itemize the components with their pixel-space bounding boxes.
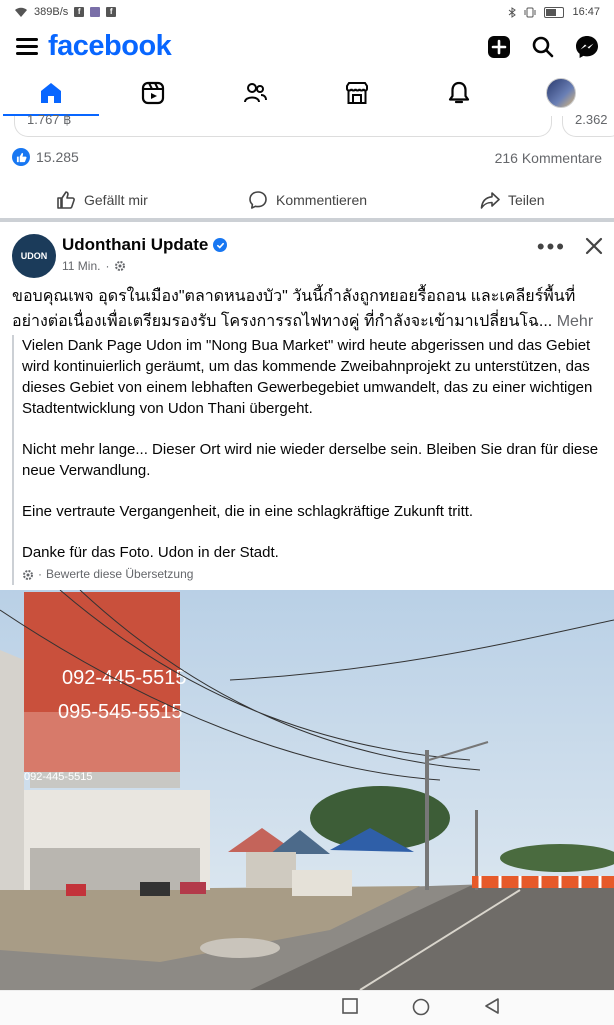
app-header: facebook — [0, 26, 614, 70]
like-label: Gefällt mir — [84, 192, 148, 208]
rate-separator: · — [38, 567, 42, 581]
post-photo[interactable]: 092-445-5515 095-545-5515 092-445-5515 — [0, 590, 614, 990]
search-button[interactable] — [528, 32, 558, 62]
original-text: ขอบคุณเพจ อุดรในเมือง"ตลาดหนองบัว" วันนี… — [12, 288, 576, 330]
tab-home[interactable] — [1, 70, 101, 117]
gear-icon — [23, 569, 33, 580]
comment-icon — [249, 191, 267, 209]
post-actions: Gefällt mir Kommentieren Teilen — [0, 182, 614, 218]
post-header: UDON Udonthani Update 11 Min. · ••• — [0, 222, 614, 284]
translation-paragraph: Nicht mehr lange... Dieser Ort wird nie … — [22, 441, 599, 479]
marketplace-icon — [346, 82, 368, 104]
like-reaction-icon — [12, 148, 30, 166]
rate-translation-link[interactable]: · Bewerte diese Übersetzung — [22, 564, 612, 585]
rate-translation-label: Bewerte diese Übersetzung — [46, 567, 194, 581]
translation-paragraph: Eine vertraute Vergangenheit, die in ein… — [22, 503, 474, 520]
tab-marketplace[interactable] — [307, 70, 407, 116]
like-button[interactable]: Gefällt mir — [56, 182, 148, 218]
privacy-gear-icon — [115, 261, 126, 271]
comments-count[interactable]: 216 Kommentare — [495, 150, 602, 166]
like-count: 15.285 — [36, 149, 79, 165]
street-scene-image: 092-445-5515 095-545-5515 092-445-5515 — [0, 590, 614, 990]
facebook-notification-icon: f — [74, 7, 85, 17]
messenger-button[interactable] — [572, 32, 602, 62]
close-icon — [585, 237, 603, 255]
post-translation: Vielen Dank Page Udon im "Nong Bua Marke… — [12, 335, 612, 585]
card-value: 1.767 ฿ — [27, 112, 72, 127]
tab-notifications[interactable] — [409, 70, 509, 116]
card-value-2: 2.362 — [575, 112, 608, 127]
menu-icon[interactable] — [16, 38, 38, 56]
previous-post-link-card[interactable]: 1.767 ฿ — [14, 112, 552, 137]
system-nav-bar — [0, 990, 614, 1025]
share-button[interactable]: Teilen — [480, 182, 545, 218]
facebook-notification-icon-2: f — [106, 7, 117, 17]
reactions-summary[interactable]: 15.285 — [12, 148, 79, 166]
previous-post-link-card-2[interactable]: 2.362 — [562, 112, 614, 137]
avatar — [546, 78, 576, 108]
billboard-phone-3: 092-445-5515 — [24, 771, 93, 783]
post-original-text: ขอบคุณเพจ อุดรในเมือง"ตลาดหนองบัว" วันนี… — [12, 284, 602, 334]
share-icon — [480, 192, 500, 209]
messenger-icon — [576, 36, 598, 58]
friends-icon — [244, 83, 267, 103]
photo-notification-icon — [90, 7, 101, 17]
more-options-button[interactable]: ••• — [537, 234, 566, 260]
comment-button[interactable]: Kommentieren — [248, 182, 367, 218]
page-name[interactable]: Udonthani Update — [62, 235, 208, 255]
net-speed: 389B/s — [34, 6, 69, 18]
wifi-icon — [15, 7, 27, 17]
see-more-link[interactable]: Mehr — [557, 313, 593, 330]
home-circle-icon[interactable] — [412, 998, 430, 1016]
status-bar: 389B/s f f 16:47 — [0, 0, 614, 26]
battery-icon — [544, 6, 565, 18]
search-icon — [532, 36, 554, 58]
back-icon[interactable] — [484, 998, 500, 1014]
verified-badge-icon — [213, 238, 228, 252]
meta-separator: · — [105, 259, 110, 273]
translation-paragraph: Vielen Dank Page Udon im "Nong Bua Marke… — [22, 337, 593, 417]
billboard-phone-1: 092-445-5515 — [62, 667, 187, 689]
translation-paragraph: Danke für das Foto. Udon in der Stadt. — [22, 544, 279, 561]
post-meta: 11 Min. · — [62, 259, 126, 273]
plus-icon — [488, 36, 510, 58]
thumbs-up-icon — [57, 191, 75, 209]
bell-icon — [448, 81, 470, 104]
recents-icon[interactable] — [342, 998, 358, 1014]
share-label: Teilen — [508, 192, 545, 208]
vibrate-icon — [524, 7, 536, 17]
comment-label: Kommentieren — [276, 192, 368, 208]
create-button[interactable] — [484, 32, 514, 62]
billboard-phone-2: 095-545-5515 — [58, 701, 183, 723]
facebook-logo[interactable]: facebook — [48, 30, 172, 63]
tab-reels[interactable] — [103, 70, 203, 116]
post-time[interactable]: 11 Min. — [62, 259, 100, 273]
tab-bar — [0, 70, 614, 117]
close-post-button[interactable] — [584, 230, 604, 263]
bluetooth-icon — [509, 6, 517, 18]
tab-friends[interactable] — [205, 70, 305, 116]
video-icon — [141, 81, 165, 105]
page-name-row: Udonthani Update — [62, 235, 228, 255]
previous-post: 1.767 ฿ 2.362 15.285 216 Kommentare Gefä… — [0, 112, 614, 218]
home-icon — [41, 83, 61, 103]
page-avatar[interactable]: UDON — [12, 234, 56, 278]
tab-profile[interactable] — [511, 70, 611, 116]
clock: 16:47 — [572, 6, 600, 18]
